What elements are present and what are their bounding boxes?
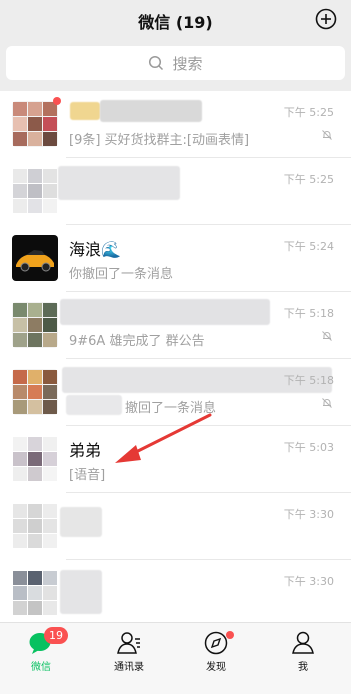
- mute-bell-icon: [322, 331, 332, 341]
- chat-time: 下午 5:25: [283, 106, 334, 119]
- blurred-name: [100, 100, 202, 122]
- chat-preview: [9条] 买好货找群主:[动画表情]: [69, 133, 250, 148]
- chat-time: 下午 3:30: [283, 575, 334, 588]
- chat-row-didi[interactable]: 弟弟 [语音] 下午 5:03: [0, 426, 351, 493]
- chat-row-blurred-2[interactable]: 下午 3:30: [0, 493, 351, 560]
- chat-time: 下午 5:18: [283, 307, 334, 320]
- search-bar[interactable]: 搜索: [6, 46, 345, 80]
- mute-bell-icon: [322, 398, 332, 408]
- contact-avatar: [12, 235, 58, 281]
- chat-time: 下午 5:03: [283, 441, 334, 454]
- chat-time: 下午 3:30: [283, 508, 334, 521]
- add-plus-icon[interactable]: [315, 8, 337, 30]
- tab-chats[interactable]: 19 微信: [11, 627, 71, 681]
- blurred-name-emoji: [70, 102, 100, 120]
- group-avatar: [12, 101, 58, 147]
- chat-preview: [语音]: [69, 468, 106, 483]
- chat-time: 下午 5:25: [283, 173, 334, 186]
- unread-count-badge: 19: [44, 627, 68, 644]
- person-icon: [292, 631, 314, 654]
- bottom-tab-bar: 19 微信 通讯录 发现 我: [0, 622, 351, 694]
- chat-list[interactable]: [9条] 买好货找群主:[动画表情] 下午 5:25 下午 5:25 海浪🌊 你…: [0, 91, 351, 622]
- contact-avatar: [12, 436, 58, 482]
- search-icon: [149, 55, 164, 71]
- tab-label: 我: [298, 662, 308, 673]
- blurred-avatar: [12, 503, 58, 549]
- blurred-avatar: [12, 570, 58, 616]
- chat-row-group-1[interactable]: [9条] 买好货找群主:[动画表情] 下午 5:25: [0, 91, 351, 158]
- tab-label: 通讯录: [114, 662, 144, 673]
- tab-contacts[interactable]: 通讯录: [99, 631, 159, 681]
- tab-discover[interactable]: 发现: [186, 631, 246, 681]
- unread-dot: [53, 97, 61, 105]
- blurred-sender: [66, 395, 122, 415]
- chat-name: 弟弟: [69, 441, 102, 460]
- chat-preview: 撤回了一条消息: [125, 401, 217, 416]
- chat-time: 下午 5:24: [283, 240, 334, 253]
- group-avatar: [12, 302, 58, 348]
- chat-name: 海浪🌊: [69, 240, 121, 259]
- blurred-name: [60, 570, 102, 614]
- contacts-icon: [117, 632, 140, 654]
- chat-row-hailang[interactable]: 海浪🌊 你撤回了一条消息 下午 5:24: [0, 225, 351, 292]
- tab-label: 微信: [31, 662, 51, 673]
- car-image-icon: [16, 250, 54, 272]
- discover-dot: [226, 631, 234, 639]
- chat-row-blurred-1[interactable]: 下午 5:25: [0, 158, 351, 225]
- chat-row-group-2[interactable]: 9#6A 雄完成了 群公告 下午 5:18: [0, 292, 351, 359]
- chat-row-blurred-3[interactable]: 下午 3:30: [0, 560, 351, 622]
- group-avatar: [12, 369, 58, 415]
- chat-row-group-3[interactable]: 撤回了一条消息 下午 5:18: [0, 359, 351, 426]
- top-bar: 微信 (19): [0, 0, 351, 40]
- blurred-name: [60, 299, 270, 325]
- blurred-name: [58, 166, 180, 200]
- tab-me[interactable]: 我: [273, 631, 333, 681]
- search-placeholder: 搜索: [172, 54, 203, 73]
- blurred-avatar: [12, 168, 58, 214]
- chat-preview: 9#6A 雄完成了 群公告: [69, 334, 205, 349]
- chat-preview: 你撤回了一条消息: [69, 267, 174, 282]
- blurred-name: [60, 507, 102, 537]
- tab-label: 发现: [206, 662, 226, 673]
- chat-time: 下午 5:18: [283, 374, 334, 387]
- page-title: 微信 (19): [138, 13, 213, 32]
- mute-bell-icon: [322, 130, 332, 140]
